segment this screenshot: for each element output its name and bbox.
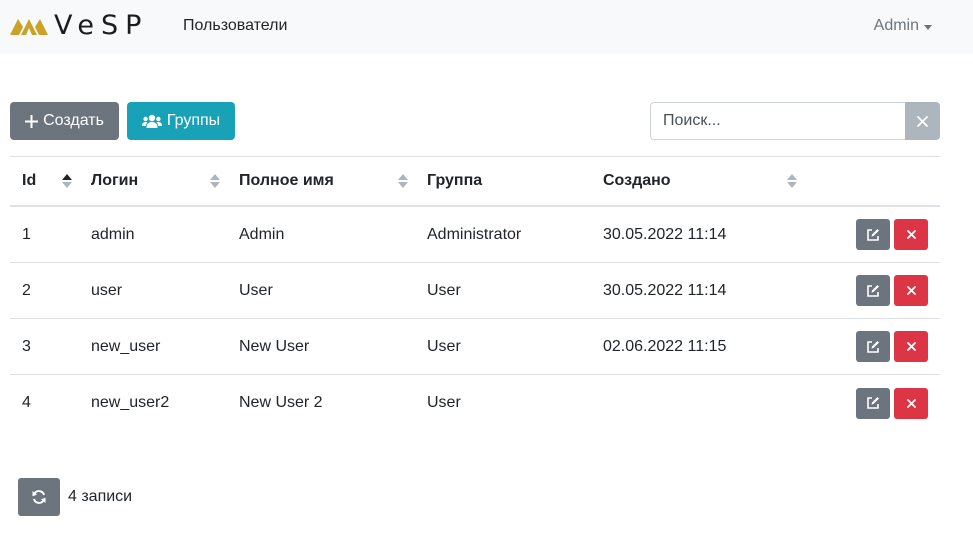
create-button-label: Создать [43,112,104,129]
cell-full-name: Admin [239,225,285,243]
create-button[interactable]: Создать [10,102,119,140]
edit-button[interactable] [856,331,890,362]
groups-button[interactable]: Группы [127,102,235,140]
table-row: 1 admin Admin Administrator 30.05.2022 1… [10,207,940,263]
cell-id: 2 [22,281,31,299]
close-icon [906,398,916,408]
cell-group: User [427,337,461,355]
caret-down-icon [924,24,932,30]
refresh-button[interactable] [18,478,60,516]
plus-icon [25,114,39,128]
column-header-id[interactable]: Id [22,157,36,205]
column-header-group: Группа [427,172,483,189]
table-row: 2 user User User 30.05.2022 11:14 [10,263,940,319]
users-table: Id Логин Полное имя Группа Создано 1 adm… [10,156,940,431]
nav-users-link[interactable]: Пользователи [183,17,287,35]
refresh-icon [32,490,46,504]
cell-login: admin [91,225,135,243]
table-footer: 4 записи [18,478,132,516]
close-icon [917,115,928,127]
logo-text: VeSP [54,10,149,41]
cell-created: 02.06.2022 11:15 [603,337,727,355]
logo-mark-icon [10,19,48,35]
search-clear-button[interactable] [905,102,940,140]
edit-icon [867,397,879,409]
delete-button[interactable] [894,275,928,306]
table-header: Id Логин Полное имя Группа Создано [10,157,940,207]
row-actions [852,207,928,262]
row-actions [852,263,928,318]
cell-full-name: New User 2 [239,394,323,411]
row-actions [852,375,928,431]
record-count: 4 записи [68,488,133,505]
cell-group: Administrator [427,225,522,243]
groups-button-label: Группы [166,112,221,129]
cell-id: 4 [22,394,31,411]
edit-icon [867,340,879,353]
delete-button[interactable] [894,387,928,419]
edit-button[interactable] [856,387,890,419]
edit-icon [867,228,879,241]
edit-button[interactable] [856,219,890,250]
close-icon [906,230,916,239]
user-menu-label: Admin [873,17,919,34]
sort-icon[interactable] [787,157,797,205]
cell-group: User [427,281,461,299]
navbar: VeSP Пользователи Admin [0,0,973,54]
users-icon [141,114,162,128]
brand-logo[interactable]: VeSP [10,12,148,40]
column-header-login[interactable]: Логин [91,157,138,205]
search-group [650,102,940,140]
cell-full-name: User [239,281,273,299]
delete-button[interactable] [894,331,928,362]
cell-login: new_user [91,337,161,355]
cell-created: 30.05.2022 11:14 [603,225,727,243]
search-input[interactable] [650,102,905,140]
column-header-created[interactable]: Создано [603,157,671,205]
edit-icon [867,284,879,297]
cell-created: 30.05.2022 11:14 [603,281,727,299]
sort-asc-icon[interactable] [62,157,72,205]
cell-id: 3 [22,337,31,355]
cell-group: User [427,394,461,411]
table-row: 3 new_user New User User 02.06.2022 11:1… [10,319,940,375]
cell-login: new_user2 [91,394,170,411]
cell-login: user [91,281,123,299]
cell-full-name: New User [239,337,310,355]
delete-button[interactable] [894,219,928,250]
close-icon [906,286,916,295]
user-menu-dropdown[interactable]: Admin [874,17,932,35]
table-row: 4 new_user2 New User 2 User [10,375,940,431]
row-actions [852,319,928,374]
edit-button[interactable] [856,275,890,306]
sort-icon[interactable] [398,157,408,205]
sort-icon[interactable] [210,157,220,205]
cell-id: 1 [22,225,31,243]
close-icon [906,342,916,351]
column-header-full-name[interactable]: Полное имя [239,157,334,205]
